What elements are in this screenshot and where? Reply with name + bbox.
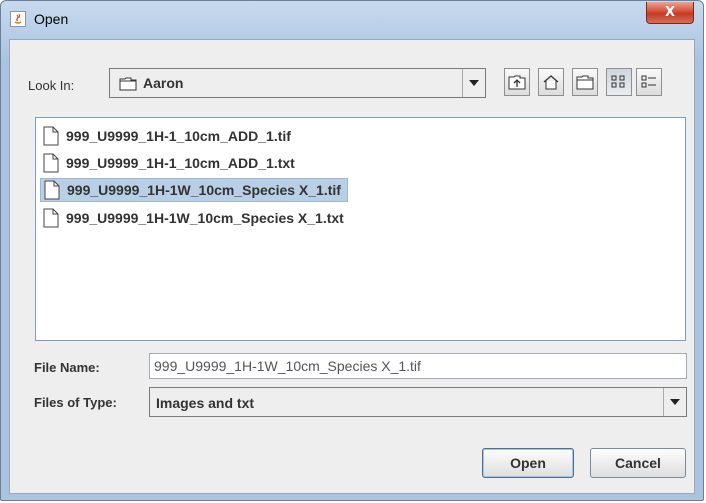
document-icon: [43, 208, 59, 228]
close-icon: X: [664, 5, 676, 20]
file-type-value: Images and txt: [156, 395, 255, 411]
look-in-label: Look In:: [28, 78, 75, 93]
file-type-combo[interactable]: Images and txt: [149, 387, 687, 417]
file-item-selected[interactable]: 999_U9999_1H-1W_10cm_Species X_1.tif: [40, 178, 348, 202]
file-type-dropdown-arrow[interactable]: [663, 388, 686, 416]
file-name-label: File Name:: [34, 360, 100, 375]
close-button[interactable]: X: [646, 2, 694, 24]
title-bar[interactable]: Open X: [1, 1, 703, 39]
file-item[interactable]: 999_U9999_1H-1_10cm_ADD_1.txt: [40, 151, 301, 175]
file-type-label: Files of Type:: [34, 395, 117, 410]
file-name-text: 999_U9999_1H-1_10cm_ADD_1.txt: [66, 155, 295, 171]
details-view-button[interactable]: [636, 68, 662, 96]
up-one-level-button[interactable]: [504, 68, 530, 96]
file-name-text: 999_U9999_1H-1W_10cm_Species X_1.tif: [67, 182, 341, 198]
list-view-button[interactable]: [606, 68, 632, 96]
file-item[interactable]: 999_U9999_1H-1_10cm_ADD_1.tif: [40, 124, 297, 148]
document-icon: [44, 180, 60, 200]
document-icon: [43, 126, 59, 146]
java-app-icon: [10, 11, 26, 27]
chevron-down-icon: [469, 80, 479, 86]
details-view-icon: [641, 75, 656, 88]
file-name-text: 999_U9999_1H-1_10cm_ADD_1.tif: [66, 128, 291, 144]
window-title: Open: [34, 11, 69, 27]
list-view-icon: [611, 75, 625, 88]
up-one-level-icon: [508, 75, 526, 90]
look-in-dropdown-arrow[interactable]: [462, 69, 485, 97]
dialog-content: Look In: Aaron 999_U9999_1H-1_10cm_ADD_1…: [9, 39, 695, 494]
home-button[interactable]: [538, 68, 564, 96]
file-name-text: 999_U9999_1H-1W_10cm_Species X_1.txt: [66, 210, 344, 226]
look-in-combo[interactable]: Aaron: [109, 68, 486, 98]
chevron-down-icon: [670, 399, 680, 405]
look-in-value: Aaron: [143, 75, 184, 91]
home-icon: [543, 75, 559, 90]
document-icon: [43, 153, 59, 173]
cancel-button[interactable]: Cancel: [590, 448, 686, 478]
open-button[interactable]: Open: [482, 448, 574, 478]
file-item[interactable]: 999_U9999_1H-1W_10cm_Species X_1.txt: [40, 206, 350, 230]
new-folder-icon: [576, 75, 594, 90]
file-list[interactable]: 999_U9999_1H-1_10cm_ADD_1.tif 999_U9999_…: [35, 117, 686, 341]
file-name-field[interactable]: [149, 353, 687, 379]
new-folder-button[interactable]: [572, 68, 598, 96]
open-dialog-window: Open X Look In: Aaron 999_U9999_1H-1_10c…: [0, 0, 704, 501]
folder-icon: [119, 77, 137, 91]
